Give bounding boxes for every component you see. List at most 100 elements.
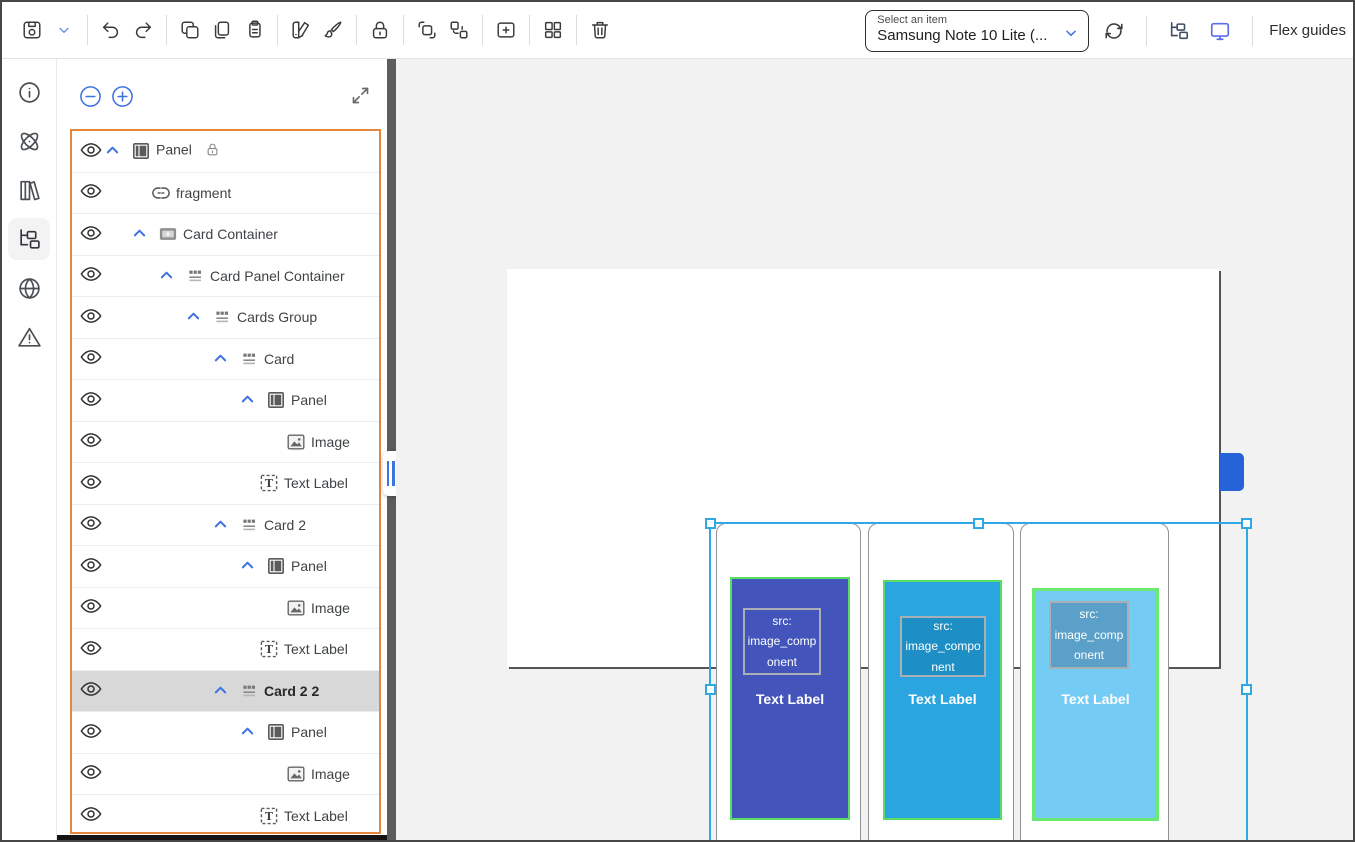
- canvas-side-tab[interactable]: [1220, 453, 1244, 491]
- sidebar-item-warning[interactable]: [8, 316, 50, 358]
- text-label[interactable]: Text Label: [1035, 691, 1156, 707]
- tree-row-panel[interactable]: Panel: [72, 546, 379, 588]
- sync-icon[interactable]: [1098, 15, 1130, 47]
- resize-handle-top-middle[interactable]: [973, 518, 984, 529]
- chevron-up-icon[interactable]: [239, 558, 255, 574]
- undo-icon[interactable]: [95, 14, 127, 46]
- eye-icon[interactable]: [79, 556, 103, 576]
- copy-icon[interactable]: [174, 14, 206, 46]
- tree-row-text-label[interactable]: TText Label: [72, 629, 379, 671]
- chevron-up-icon[interactable]: [131, 226, 147, 242]
- tree-row-panel[interactable]: Panel: [72, 131, 379, 173]
- eye-icon[interactable]: [79, 349, 103, 369]
- card-3[interactable]: src: image_component Text Label: [1020, 523, 1169, 840]
- card-panel[interactable]: src: image_component Text Label: [1032, 588, 1159, 821]
- device-select[interactable]: Select an item Samsung Note 10 Lite (...: [865, 10, 1089, 52]
- chevron-up-icon[interactable]: [212, 351, 228, 367]
- design-canvas[interactable]: src: image_componentText Labelsrc: image…: [396, 59, 1353, 840]
- resize-handle-middle-left[interactable]: [705, 684, 716, 695]
- chevron-up-icon[interactable]: [185, 309, 201, 325]
- chevron-up-icon[interactable]: [212, 517, 228, 533]
- eye-icon[interactable]: [79, 598, 103, 618]
- sidebar-item-globe[interactable]: [8, 267, 50, 309]
- image-icon: [287, 599, 305, 617]
- preview-monitor-icon[interactable]: [1204, 15, 1236, 47]
- left-icon-sidebar: [2, 59, 57, 840]
- brush-icon[interactable]: [317, 14, 349, 46]
- zoom-in-icon[interactable]: [111, 85, 134, 108]
- resize-handle-middle-right[interactable]: [1241, 684, 1252, 695]
- eye-icon[interactable]: [79, 639, 103, 659]
- tree-row-image[interactable]: Image: [72, 422, 379, 464]
- eye-icon[interactable]: [79, 764, 103, 784]
- caret-down-icon: [1064, 26, 1078, 45]
- layout-icon[interactable]: [537, 14, 569, 46]
- sidebar-item-info[interactable]: [8, 71, 50, 113]
- tree-row-card-panel-container[interactable]: Card Panel Container: [72, 256, 379, 298]
- eye-icon[interactable]: [79, 515, 103, 535]
- palette-icon[interactable]: [285, 14, 317, 46]
- duplicate-icon[interactable]: [206, 14, 238, 46]
- tree-row-card-2-2[interactable]: Card 2 2: [72, 671, 379, 713]
- sidebar-item-components[interactable]: [8, 120, 50, 162]
- flex-guides-label[interactable]: Flex guides: [1269, 22, 1348, 39]
- artboard[interactable]: src: image_componentText Labelsrc: image…: [507, 269, 1219, 667]
- text-label[interactable]: Text Label: [885, 691, 1000, 707]
- sidebar-item-library[interactable]: [8, 169, 50, 211]
- resize-handle-top-right[interactable]: [1241, 518, 1252, 529]
- chevron-up-icon[interactable]: [104, 143, 120, 159]
- tree-row-label: Card Panel Container: [210, 268, 345, 284]
- tree-row-text-label[interactable]: TText Label: [72, 795, 379, 834]
- eye-icon[interactable]: [79, 806, 103, 826]
- chevron-up-icon[interactable]: [212, 683, 228, 699]
- text-label[interactable]: Text Label: [732, 691, 848, 707]
- tree-row-panel[interactable]: Panel: [72, 380, 379, 422]
- eye-icon[interactable]: [79, 722, 103, 742]
- eye-icon[interactable]: [79, 307, 103, 327]
- tree-row-fragment[interactable]: fragment: [72, 173, 379, 215]
- lock-icon[interactable]: [364, 14, 396, 46]
- tree-row-text-label[interactable]: TText Label: [72, 463, 379, 505]
- eye-icon[interactable]: [79, 224, 103, 244]
- image-placeholder[interactable]: src: image_component: [1049, 601, 1129, 669]
- panel-splitter[interactable]: [387, 59, 396, 840]
- paste-icon[interactable]: [238, 14, 270, 46]
- card-1[interactable]: src: image_component Text Label: [716, 523, 861, 840]
- tree-row-card[interactable]: Card: [72, 339, 379, 381]
- save-icon[interactable]: [16, 14, 48, 46]
- tree-row-card-2[interactable]: Card 2: [72, 505, 379, 547]
- card-2[interactable]: src: image_component Text Label: [868, 523, 1014, 840]
- resize-handle-top-left[interactable]: [705, 518, 716, 529]
- card-panel[interactable]: src: image_component Text Label: [883, 580, 1002, 820]
- expand-panel-icon[interactable]: [349, 85, 371, 107]
- image-placeholder[interactable]: src: image_component: [743, 608, 821, 675]
- chevron-up-icon[interactable]: [239, 724, 255, 740]
- chevron-up-icon[interactable]: [158, 268, 174, 284]
- tree-row-image[interactable]: Image: [72, 588, 379, 630]
- card-panel[interactable]: src: image_component Text Label: [730, 577, 850, 820]
- text-icon: T: [260, 474, 278, 492]
- caret-down-icon[interactable]: [48, 14, 80, 46]
- sidebar-item-tree[interactable]: [8, 218, 50, 260]
- image-placeholder[interactable]: src: image_component: [900, 616, 986, 677]
- tree-row-panel[interactable]: Panel: [72, 712, 379, 754]
- eye-icon[interactable]: [79, 473, 103, 493]
- eye-icon[interactable]: [79, 141, 103, 161]
- eye-icon[interactable]: [79, 183, 103, 203]
- tree-row-label: Panel: [291, 724, 327, 740]
- trash-icon[interactable]: [584, 14, 616, 46]
- eye-icon[interactable]: [79, 266, 103, 286]
- redo-icon[interactable]: [127, 14, 159, 46]
- eye-icon[interactable]: [79, 390, 103, 410]
- group-icon[interactable]: [411, 14, 443, 46]
- tree-row-cards-group[interactable]: Cards Group: [72, 297, 379, 339]
- ungroup-icon[interactable]: [443, 14, 475, 46]
- chevron-up-icon[interactable]: [239, 392, 255, 408]
- layer-tree-icon[interactable]: [1163, 15, 1195, 47]
- eye-icon[interactable]: [79, 681, 103, 701]
- folder-add-icon[interactable]: [490, 14, 522, 46]
- eye-icon[interactable]: [79, 432, 103, 452]
- tree-row-image[interactable]: Image: [72, 754, 379, 796]
- tree-row-card-container[interactable]: Card Container: [72, 214, 379, 256]
- zoom-out-icon[interactable]: [79, 85, 102, 108]
